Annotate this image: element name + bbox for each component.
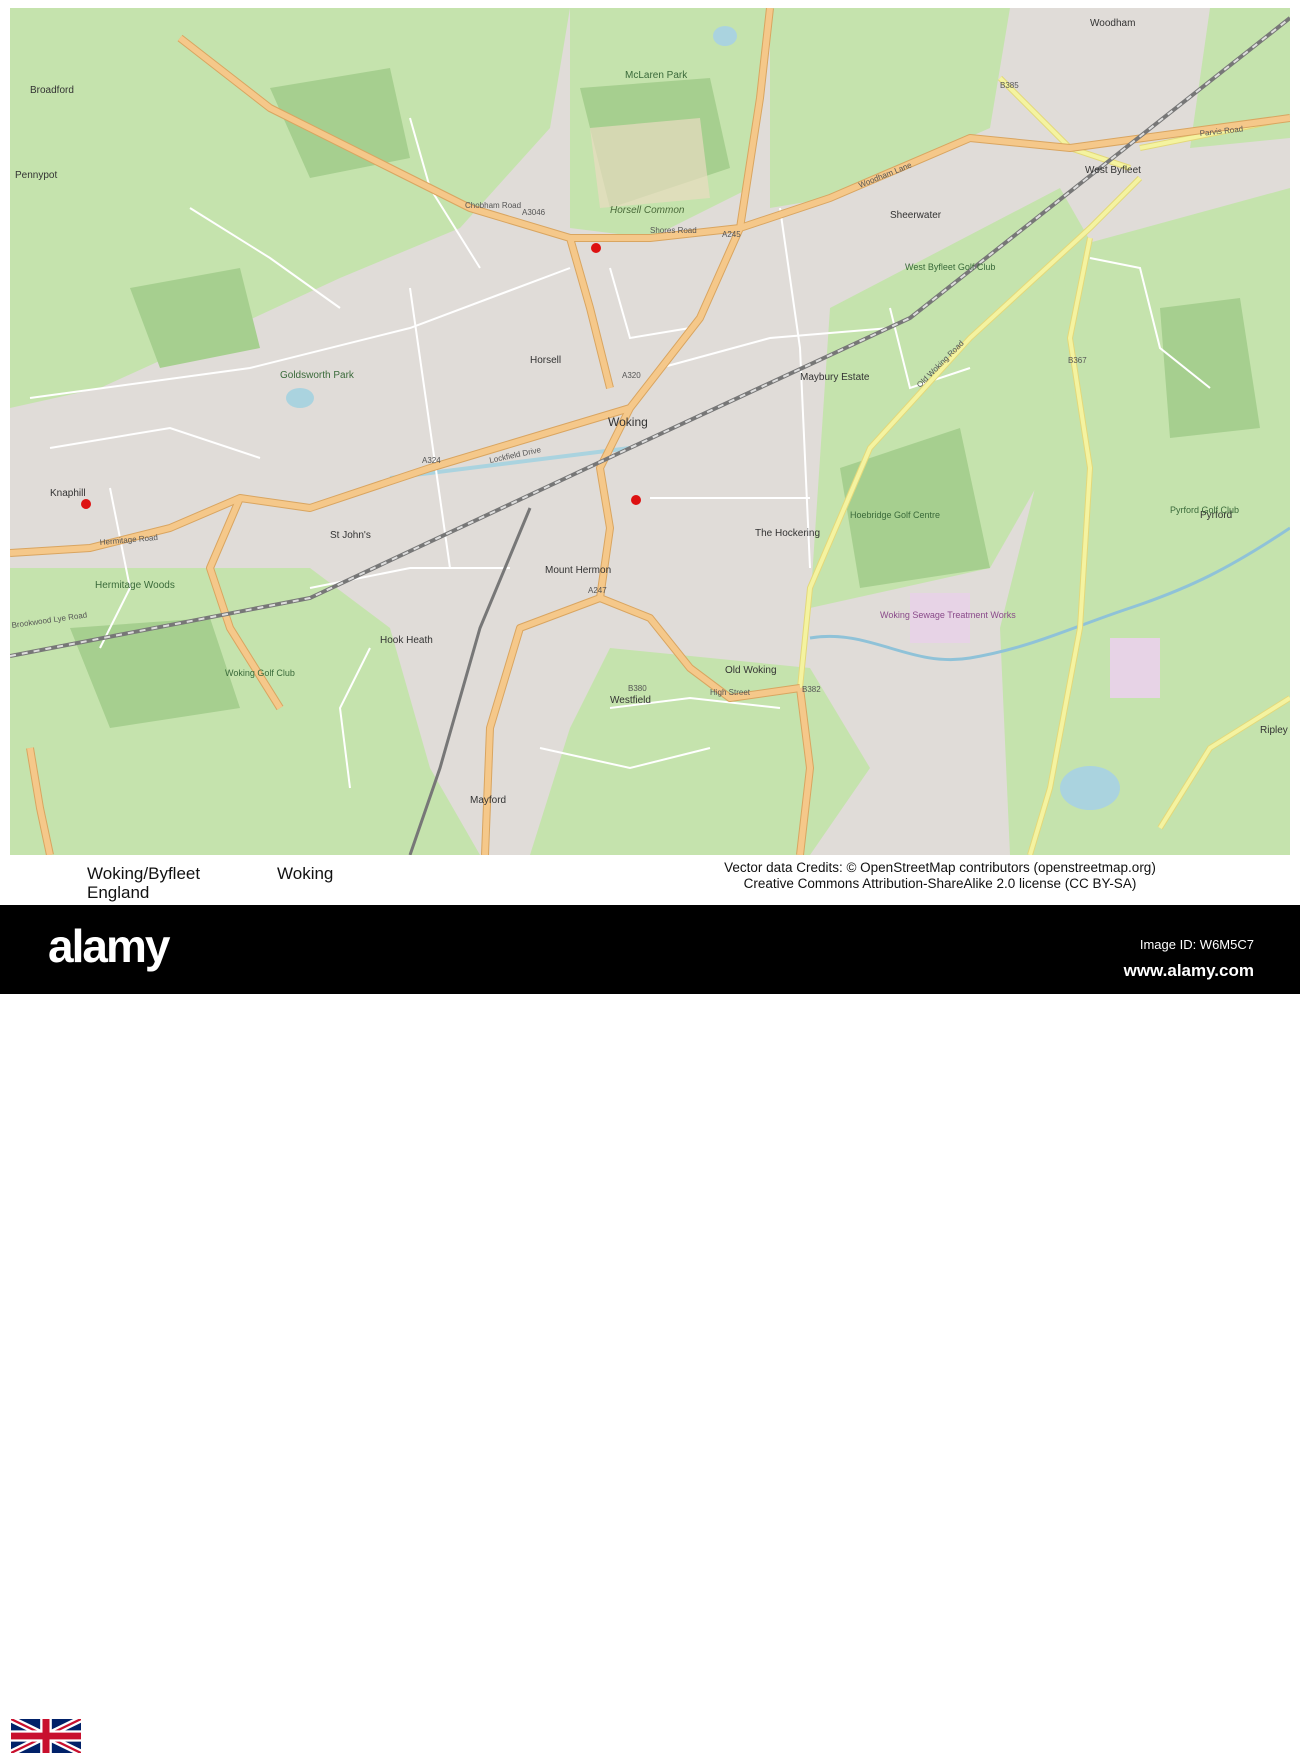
road-label-a320: A320 <box>622 371 641 380</box>
map-canvas[interactable]: Woking Horsell Knaphill Hook Heath Mount… <box>9 7 1292 856</box>
label-pennypot: Pennypot <box>15 170 57 181</box>
city-name: Woking <box>277 864 334 883</box>
road-label-shores-road: Shores Road <box>650 226 697 235</box>
label-old-woking: Old Woking <box>725 665 777 676</box>
label-mount-hermon: Mount Hermon <box>545 565 611 576</box>
alamy-url[interactable]: www.alamy.com <box>1124 961 1254 981</box>
label-maybury: Maybury Estate <box>800 372 870 383</box>
road-label-chobham-road: Chobham Road <box>465 201 521 210</box>
label-hockering: The Hockering <box>755 528 820 539</box>
road-label-high-street: High Street <box>710 688 751 697</box>
label-woking: Woking <box>608 415 648 429</box>
label-west-byfleet: West Byfleet <box>1085 165 1141 176</box>
label-knaphill: Knaphill <box>50 488 86 499</box>
heath <box>590 118 710 208</box>
road-label-a247: A247 <box>588 586 607 595</box>
map-svg: Woking Horsell Knaphill Hook Heath Mount… <box>9 7 1292 856</box>
credit-line-1: Vector data Credits: © OpenStreetMap con… <box>724 860 1156 875</box>
road-label-b385: B385 <box>1000 81 1019 90</box>
road-label-a245: A245 <box>722 230 741 239</box>
label-mclaren-park: McLaren Park <box>625 70 688 81</box>
map-caption: Woking/Byfleet England Woking Vector dat… <box>0 855 1300 1753</box>
label-woodham: Woodham <box>1090 18 1135 29</box>
watermark-bar: alamy Image ID: W6M5C7 www.alamy.com <box>0 905 1300 994</box>
country-name: England <box>87 883 150 902</box>
label-hook-heath: Hook Heath <box>380 635 433 646</box>
union-jack-flag-icon <box>11 1719 81 1753</box>
label-ripley: Ripley <box>1260 725 1288 736</box>
label-sewage-works: Woking Sewage Treatment Works <box>880 610 1016 620</box>
region-name: Woking/Byfleet <box>87 864 201 883</box>
label-goldsworth-park: Goldsworth Park <box>280 370 355 381</box>
label-pyrford-golf: Pyrford Golf Club <box>1170 505 1239 515</box>
label-horsell: Horsell <box>530 355 561 366</box>
label-hoebridge-golf: Hoebridge Golf Centre <box>850 510 940 520</box>
road-label-b380: B380 <box>628 684 647 693</box>
label-hermitage-woods: Hermitage Woods <box>95 580 175 591</box>
road-label-a324: A324 <box>422 456 441 465</box>
label-sheerwater: Sheerwater <box>890 210 942 221</box>
label-woking-golf: Woking Golf Club <box>225 668 295 678</box>
alamy-logo: alamy <box>48 920 170 972</box>
label-st-johns: St John's <box>330 530 371 541</box>
road-label-b382: B382 <box>802 685 821 694</box>
credit-line-2: Creative Commons Attribution-ShareAlike … <box>743 876 1137 891</box>
label-west-byfleet-golf: West Byfleet Golf Club <box>905 262 995 272</box>
label-horsell-common: Horsell Common <box>610 205 685 216</box>
road-label-b367: B367 <box>1068 356 1087 365</box>
road-label-a3046: A3046 <box>522 208 546 217</box>
label-mayford: Mayford <box>470 795 506 806</box>
label-westfield: Westfield <box>610 695 651 706</box>
label-broadford: Broadford <box>30 85 74 96</box>
image-id: Image ID: W6M5C7 <box>1139 937 1254 952</box>
